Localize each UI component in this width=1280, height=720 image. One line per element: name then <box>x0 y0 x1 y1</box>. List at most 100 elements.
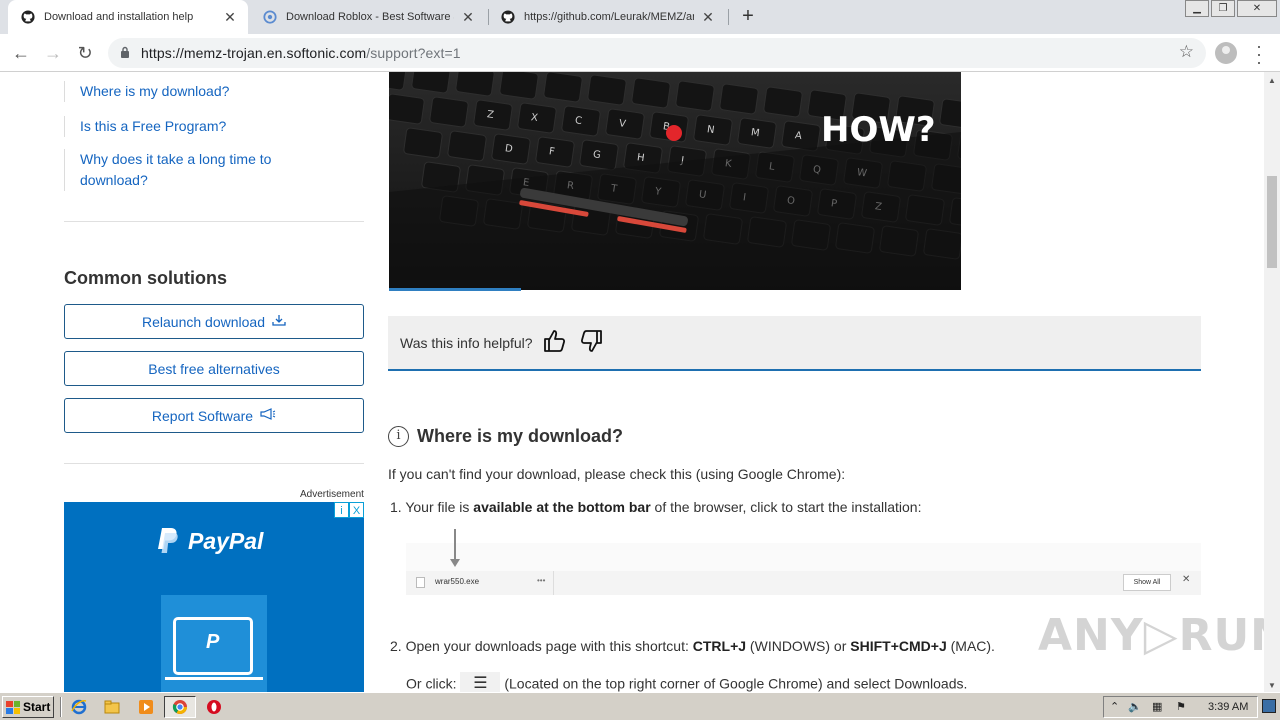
section-title: Where is my download? <box>417 426 624 446</box>
profile-avatar-icon[interactable] <box>1215 42 1237 64</box>
windows-taskbar: Start ⌃ 🔈 ▦ ⚑ 3:39 AM <box>0 692 1280 720</box>
pointer-arrow-icon <box>454 529 456 563</box>
adchoices-badge[interactable]: i X <box>334 502 364 518</box>
close-tab-icon[interactable]: ✕ <box>460 9 476 26</box>
file-explorer-icon[interactable] <box>104 699 120 715</box>
taskbar-chrome-button[interactable] <box>164 696 196 718</box>
download-filename: wrar550.exe <box>435 577 480 586</box>
show-desktop-icon[interactable] <box>1262 699 1276 713</box>
section-heading-row: i Where is my download? <box>388 426 623 447</box>
divider <box>64 221 364 222</box>
paypal-logo: PayPal <box>156 527 263 555</box>
close-tab-icon[interactable]: ✕ <box>700 9 716 26</box>
info-icon: i <box>388 426 409 447</box>
scroll-up-icon[interactable]: ▲ <box>1268 76 1276 85</box>
keyboard-key <box>389 93 425 125</box>
tab-title: https://github.com/Leurak/MEMZ/ar <box>524 11 694 23</box>
lock-icon <box>121 46 129 58</box>
file-icon <box>416 577 425 588</box>
action-center-flag-icon[interactable]: ⚑ <box>1176 700 1186 713</box>
github-favicon-icon <box>20 9 36 25</box>
start-label: Start <box>23 700 51 714</box>
page-scrollbar[interactable]: ▲ ▼ <box>1264 72 1280 692</box>
github-favicon-icon <box>500 9 516 25</box>
start-button[interactable]: Start <box>2 696 54 718</box>
button-label: Relaunch download <box>142 313 265 330</box>
tab-download-help[interactable]: Download and installation help ✕ <box>8 0 248 34</box>
thumbs-up-icon[interactable] <box>542 328 568 354</box>
hamburger-menu-icon: ☰ <box>460 672 501 692</box>
faq-link-long-time[interactable]: Why does it take a long time to download… <box>64 149 294 191</box>
video-caption: HOW? <box>821 110 936 150</box>
scrollbar-thumb[interactable] <box>1267 176 1277 268</box>
best-free-alternatives-button[interactable]: Best free alternatives <box>64 351 364 386</box>
forward-arrow-icon[interactable]: → <box>40 40 66 66</box>
video-progress-bar[interactable] <box>389 288 521 291</box>
report-software-button[interactable]: Report Software <box>64 398 364 433</box>
show-all-button: Show All <box>1123 574 1171 591</box>
media-player-icon[interactable] <box>138 699 154 715</box>
keyboard-key <box>675 80 715 112</box>
keyboard-key <box>535 136 575 168</box>
paypal-wordmark: PayPal <box>188 527 264 554</box>
download-bar-close-icon: ✕ <box>1182 574 1191 585</box>
url-text: https://memz-trojan.en.softonic.com/supp… <box>141 45 461 61</box>
intro-text: If you can't find your download, please … <box>388 466 846 482</box>
opera-icon[interactable] <box>206 699 222 715</box>
helpful-question: Was this info helpful? <box>400 335 533 351</box>
keyboard-key-label: H <box>636 152 645 164</box>
taskbar-separator <box>60 697 62 717</box>
taskbar-clock[interactable]: 3:39 AM <box>1208 701 1248 713</box>
address-bar[interactable]: https://memz-trojan.en.softonic.com/supp… <box>108 38 1206 68</box>
step-2-alt: Or click: ☰ (Located on the top right co… <box>406 672 967 692</box>
close-tab-icon[interactable]: ✕ <box>222 9 238 26</box>
tab-strip: Download and installation help ✕ Downloa… <box>0 0 1280 34</box>
new-tab-button[interactable]: + <box>738 5 758 29</box>
tab-title: Download and installation help <box>44 11 194 23</box>
advertisement-label: Advertisement <box>300 489 364 500</box>
keyboard-key <box>939 98 961 130</box>
scroll-down-icon[interactable]: ▼ <box>1268 681 1276 690</box>
keyboard-key <box>631 77 671 109</box>
tab-roblox[interactable]: Download Roblox - Best Software & ✕ <box>250 0 486 34</box>
tab-separator <box>728 9 729 25</box>
bookmark-star-icon[interactable]: ☆ <box>1179 42 1194 62</box>
faq-link-where-is-download[interactable]: Where is my download? <box>64 81 229 102</box>
step-2: 2. Open your downloads page with this sh… <box>390 638 995 654</box>
tab-title: Download Roblox - Best Software & <box>286 11 454 23</box>
back-arrow-icon[interactable]: ← <box>8 40 34 66</box>
volume-icon[interactable]: 🔈 <box>1128 700 1142 713</box>
minimize-icon[interactable]: ▁ <box>1185 0 1209 17</box>
keyboard-key-label: G <box>592 149 601 161</box>
help-video[interactable]: ZXCVBNMASDFGHJKLQWERTYUIOPZ HOW? <box>389 72 961 290</box>
divider <box>64 463 364 464</box>
network-icon[interactable]: ▦ <box>1152 700 1162 713</box>
tray-expand-icon[interactable]: ⌃ <box>1110 700 1119 713</box>
button-label: Best free alternatives <box>148 360 280 377</box>
download-item: wrar550.exe ••• <box>406 571 554 595</box>
download-icon <box>272 314 286 329</box>
adchoices-icon[interactable]: i <box>334 502 349 518</box>
keyboard-key <box>429 96 469 128</box>
button-label: Report Software <box>151 407 254 424</box>
ad-close-icon[interactable]: X <box>349 502 364 518</box>
thumbs-down-icon[interactable] <box>578 328 604 354</box>
paypal-advertisement[interactable]: i X PayPal P <box>64 502 364 692</box>
close-window-icon[interactable]: ✕ <box>1237 0 1277 17</box>
common-solutions-title: Common solutions <box>64 268 227 288</box>
keyboard-key <box>719 83 759 115</box>
paypal-p-icon <box>158 528 178 553</box>
faq-link-free-program[interactable]: Is this a Free Program? <box>64 116 226 137</box>
chrome-menu-icon[interactable]: · · · <box>1254 37 1264 71</box>
maximize-icon[interactable]: ❐ <box>1211 0 1235 17</box>
window-controls: ▁ ❐ ✕ <box>1183 0 1277 18</box>
keyboard-key <box>403 127 443 159</box>
reload-icon[interactable]: ↻ <box>72 40 98 66</box>
keyboard-video-frame: ZXCVBNMASDFGHJKLQWERTYUIOPZ <box>389 72 961 290</box>
download-more-icon: ••• <box>537 576 546 585</box>
relaunch-download-button[interactable]: Relaunch download <box>64 304 364 339</box>
browser-toolbar: ← → ↻ https://memz-trojan.en.softonic.co… <box>0 34 1280 72</box>
keyboard-key <box>763 86 803 118</box>
tab-github-memz[interactable]: https://github.com/Leurak/MEMZ/ar ✕ <box>488 0 726 34</box>
internet-explorer-icon[interactable] <box>71 699 87 715</box>
